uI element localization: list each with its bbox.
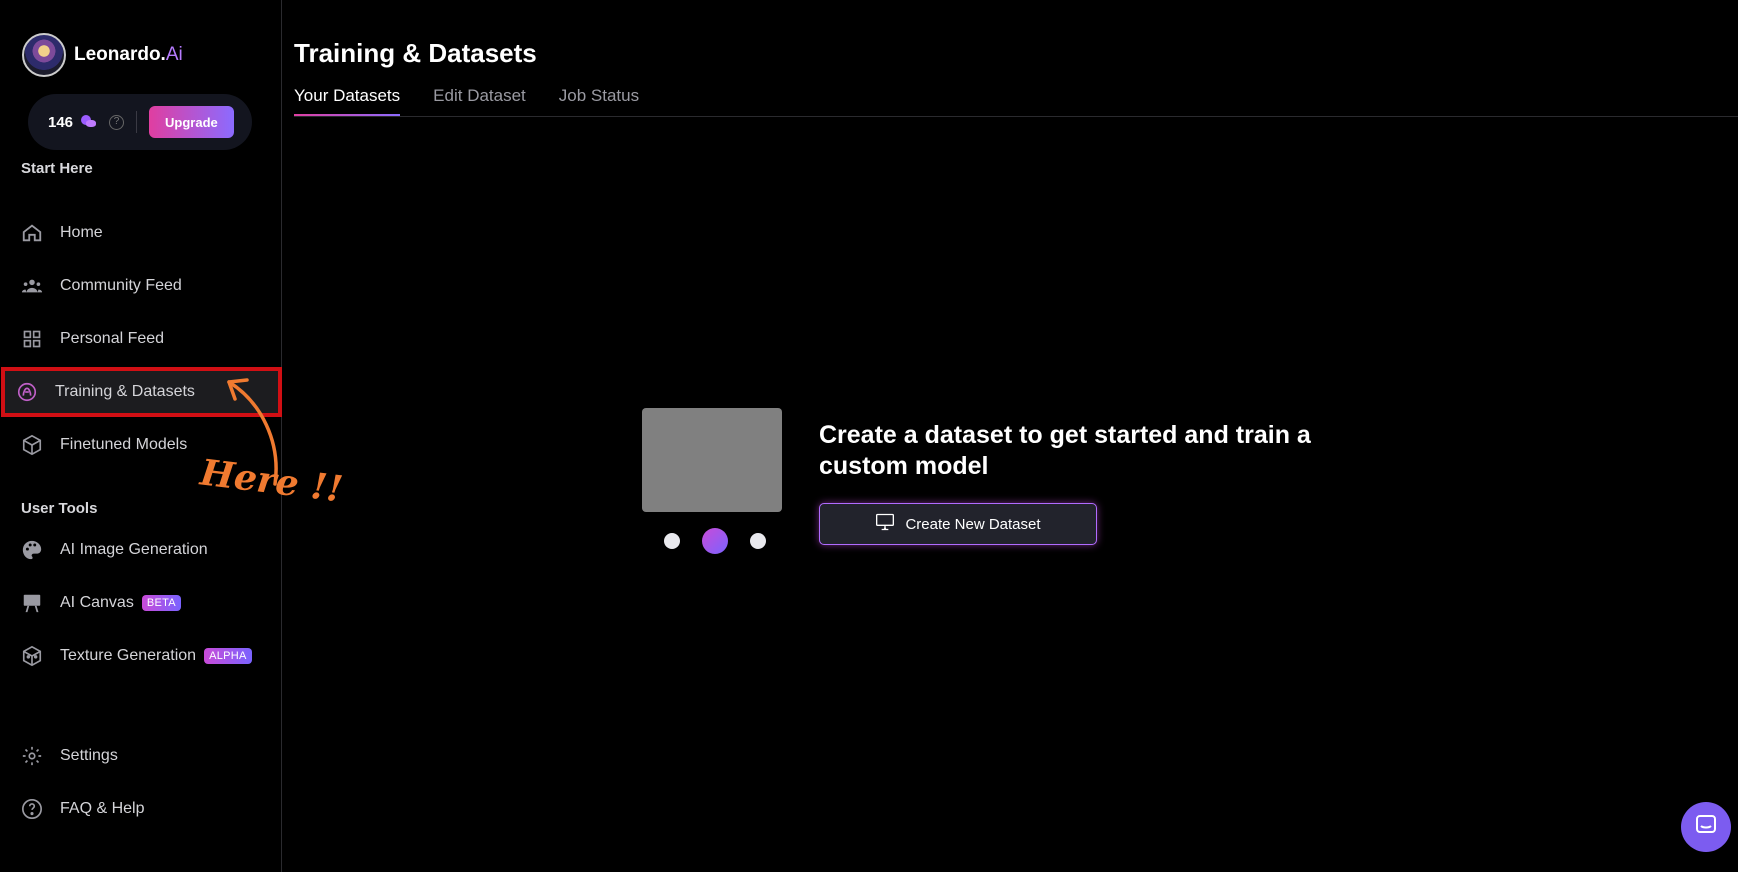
sidebar-item-label: Texture Generation [60, 647, 197, 664]
sidebar-item-label: FAQ & Help [60, 800, 145, 817]
sidebar-item-label: AI Canvas [60, 594, 134, 611]
training-icon [16, 381, 38, 403]
divider [136, 111, 138, 133]
page-title: Training & Datasets [294, 38, 537, 68]
create-new-dataset-button[interactable]: Create New Dataset [819, 503, 1097, 545]
sidebar-item-ai-image-generation[interactable]: AI Image Generation [6, 527, 276, 573]
tab-job-status[interactable]: Job Status [559, 84, 639, 116]
sidebar-item-label: Settings [60, 747, 118, 764]
sidebar-item-community-feed[interactable]: Community Feed [6, 263, 276, 309]
sidebar-item-texture-generation[interactable]: Texture Generation ALPHA [6, 633, 276, 679]
logo-name: Leonardo. [74, 44, 166, 65]
sidebar-item-ai-canvas[interactable]: AI Canvas BETA [6, 580, 276, 626]
grid-icon [21, 328, 43, 350]
tab-your-datasets[interactable]: Your Datasets [294, 84, 401, 116]
chat-icon [1694, 813, 1718, 842]
community-icon [21, 275, 43, 297]
upgrade-button[interactable]: Upgrade [149, 106, 234, 138]
section-title-user-tools: User Tools [21, 500, 98, 517]
help-icon [21, 798, 43, 820]
credit-count: 146 [48, 113, 74, 131]
main-content: Training & Datasets Your Datasets Edit D… [282, 0, 1738, 872]
logo[interactable]: Leonardo.Ai [22, 32, 183, 78]
sidebar-item-label: Training & Datasets [55, 383, 195, 400]
tab-bar: Your Datasets Edit Dataset Job Status [294, 84, 1738, 117]
credits-bar: 146 ? Upgrade [28, 94, 252, 150]
sidebar-item-home[interactable]: Home [6, 210, 276, 256]
monitor-icon [875, 512, 895, 536]
carousel-dots [664, 528, 766, 554]
chat-launcher-button[interactable] [1681, 802, 1731, 852]
app-window: Leonardo.Ai 146 ? Upgrade Start Here Hom… [0, 0, 1738, 872]
sidebar-item-label: Finetuned Models [60, 436, 188, 453]
sidebar-item-label: Personal Feed [60, 330, 165, 347]
dice-icon [21, 645, 43, 667]
gear-icon [21, 745, 43, 767]
tab-edit-dataset[interactable]: Edit Dataset [433, 84, 526, 116]
sidebar-item-label: Home [60, 224, 103, 241]
sidebar-item-settings[interactable]: Settings [6, 733, 276, 779]
empty-state-headline: Create a dataset to get started and trai… [819, 421, 1311, 480]
easel-icon [21, 592, 43, 614]
logo-text: Leonardo.Ai [74, 44, 183, 66]
logo-suffix: Ai [165, 44, 183, 65]
sidebar-item-label: Community Feed [60, 277, 182, 294]
sidebar-item-label: AI Image Generation [60, 541, 208, 558]
section-title-start-here: Start Here [21, 160, 93, 177]
token-coins-icon [81, 115, 97, 129]
home-icon [21, 222, 43, 244]
cube-icon [21, 434, 43, 456]
beta-badge: BETA [141, 595, 181, 611]
credits-help-icon[interactable]: ? [109, 114, 125, 130]
palette-icon [21, 539, 43, 561]
sidebar-item-personal-feed[interactable]: Personal Feed [6, 316, 276, 362]
alpha-badge: ALPHA [204, 648, 252, 664]
carousel-dot[interactable] [750, 533, 766, 549]
carousel-dot-active[interactable] [702, 528, 728, 554]
empty-dataset-placeholder [642, 408, 782, 512]
logo-avatar-icon [22, 33, 66, 77]
create-new-dataset-label: Create New Dataset [905, 515, 1041, 533]
sidebar-item-faq-help[interactable]: FAQ & Help [6, 786, 276, 832]
carousel-dot[interactable] [664, 533, 680, 549]
